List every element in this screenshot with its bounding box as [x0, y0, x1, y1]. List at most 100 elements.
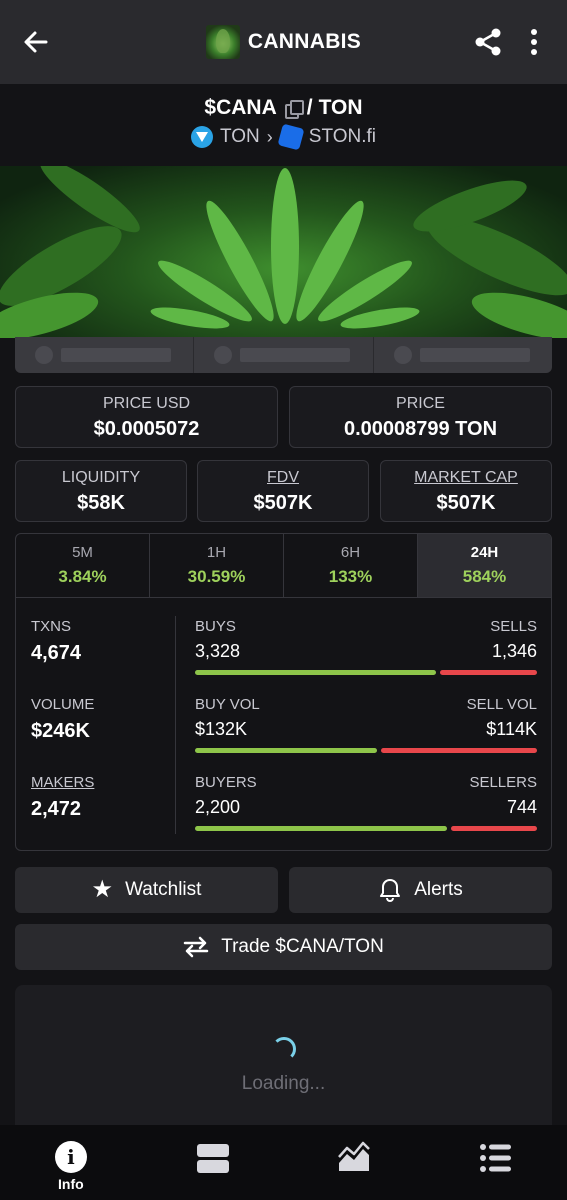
watchlist-label: Watchlist	[125, 879, 202, 900]
tab-change: 30.59%	[187, 567, 246, 586]
buys-sells-ratio-bar	[195, 670, 537, 675]
makers-value: 2,472	[31, 798, 82, 820]
socials-row-loading	[15, 337, 552, 373]
alerts-button[interactable]: Alerts	[289, 867, 552, 913]
buys-label: BUYS	[195, 618, 236, 635]
buyers-value: 2,200	[195, 797, 241, 817]
tab-6h[interactable]: 6H 133%	[284, 534, 418, 597]
panels-icon	[196, 1144, 229, 1173]
area-chart-icon	[338, 1141, 371, 1171]
fdv-value: $507K	[253, 492, 313, 514]
sells-label: SELLS	[490, 618, 537, 635]
tab-label: 6H	[340, 544, 361, 561]
buyvol-value: $132K	[195, 719, 248, 739]
txns-value: 4,674	[31, 642, 82, 664]
alerts-label: Alerts	[414, 879, 463, 900]
stats-body: TXNS 4,674 VOLUME $246K MAKERS 2,472 BUY…	[16, 598, 551, 850]
tab-change: 3.84%	[58, 567, 107, 586]
price-native-label: PRICE	[396, 395, 445, 412]
base-symbol: $CANA	[204, 96, 277, 119]
sellers-label: SELLERS	[469, 774, 537, 791]
app-bar: CANNABIS	[0, 0, 567, 84]
cannabis-leaf-image	[0, 166, 567, 338]
pair-separator: /	[306, 96, 313, 119]
trade-label: Trade $CANA/TON	[221, 936, 384, 957]
token-logo	[205, 25, 240, 59]
token-banner-image	[0, 166, 567, 338]
copy-icon[interactable]	[284, 100, 304, 119]
timeframe-tabs: 5M 3.84% 1H 30.59% 6H 133% 24H 584%	[16, 534, 551, 598]
market-cap-card[interactable]: MARKET CAP $507K	[380, 460, 552, 522]
buys-value: 3,328	[195, 641, 241, 661]
sellers-fraction-bar	[451, 826, 537, 831]
market-cap-value: $507K	[436, 492, 496, 514]
quote-symbol: TON	[318, 96, 363, 119]
tab-label: 5M	[72, 544, 93, 561]
stonfi-icon	[277, 123, 305, 151]
loading-spinner-icon	[272, 1037, 296, 1061]
volume-label: VOLUME	[31, 696, 95, 713]
social-placeholder	[374, 337, 552, 373]
fdv-card[interactable]: FDV $507K	[197, 460, 369, 522]
buyers-label: BUYERS	[195, 774, 257, 791]
makers-stat: MAKERS 2,472	[31, 774, 94, 821]
buyvol-sellvol-row: BUY VOL SELL VOL $132K $114K	[195, 696, 537, 753]
ton-chain-icon	[191, 126, 213, 148]
chain-name[interactable]: TON	[220, 126, 260, 148]
price-usd-label: PRICE USD	[102, 395, 191, 412]
bottom-nav: i Info	[0, 1125, 567, 1200]
chevron-right-icon: ›	[266, 126, 273, 147]
bell-icon	[380, 879, 401, 902]
pair-header: $CANA / TON TON › STON.fi	[0, 84, 567, 166]
chart-container: Loading...	[15, 985, 552, 1125]
volume-stat: VOLUME $246K	[31, 696, 94, 743]
tab-24h[interactable]: 24H 584%	[418, 534, 551, 597]
sellvol-value: $114K	[486, 719, 537, 739]
list-icon	[480, 1144, 512, 1172]
sellvol-label: SELL VOL	[466, 696, 537, 713]
buyvol-ratio-bar	[195, 748, 377, 753]
social-placeholder	[15, 337, 195, 373]
more-vert-icon[interactable]	[520, 26, 548, 58]
price-usd-value: $0.0005072	[93, 418, 200, 440]
tab-change: 584%	[462, 567, 507, 586]
sellers-value: 744	[506, 797, 537, 817]
share-icon[interactable]	[472, 26, 504, 58]
watchlist-button[interactable]: ★ Watchlist	[15, 867, 278, 913]
nav-item-txns[interactable]	[142, 1125, 284, 1200]
price-native-value: 0.00008799 TON	[343, 418, 498, 440]
tab-label: 1H	[206, 544, 227, 561]
sell-ratio-bar	[439, 670, 537, 675]
chain-breadcrumb: TON › STON.fi	[0, 123, 567, 151]
nav-info-label: Info	[58, 1176, 84, 1192]
volume-ratio-bar	[195, 748, 537, 753]
tab-change: 133%	[328, 567, 373, 586]
makers-label[interactable]: MAKERS	[31, 774, 94, 791]
pair-name: $CANA / TON	[0, 96, 567, 120]
liquidity-card: LIQUIDITY $58K	[15, 460, 187, 522]
swap-arrows-icon	[183, 936, 209, 958]
social-placeholder	[194, 337, 374, 373]
liquidity-value: $58K	[77, 492, 125, 514]
volume-value: $246K	[31, 720, 90, 742]
trade-button[interactable]: Trade $CANA/TON	[15, 924, 552, 970]
column-divider	[175, 616, 176, 834]
market-cap-label[interactable]: MARKET CAP	[381, 469, 551, 487]
info-icon: i	[54, 1141, 87, 1173]
tab-label: 24H	[470, 544, 499, 561]
buy-ratio-bar	[195, 670, 436, 675]
txns-label: TXNS	[31, 618, 72, 635]
tab-1h[interactable]: 1H 30.59%	[150, 534, 284, 597]
sellvol-ratio-bar	[380, 748, 537, 753]
fdv-label[interactable]: FDV	[198, 469, 368, 487]
token-title: CANNABIS	[247, 30, 362, 53]
nav-item-chart[interactable]	[284, 1125, 426, 1200]
nav-item-info[interactable]: i Info	[0, 1125, 142, 1200]
stats-panel: 5M 3.84% 1H 30.59% 6H 133% 24H 584% TXNS…	[15, 533, 552, 851]
nav-item-list[interactable]	[425, 1125, 567, 1200]
dex-name[interactable]: STON.fi	[309, 126, 376, 148]
price-usd-card: PRICE USD $0.0005072	[15, 386, 278, 448]
buyers-fraction-bar	[195, 826, 448, 831]
buyvol-label: BUY VOL	[195, 696, 260, 713]
tab-5m[interactable]: 5M 3.84%	[16, 534, 150, 597]
